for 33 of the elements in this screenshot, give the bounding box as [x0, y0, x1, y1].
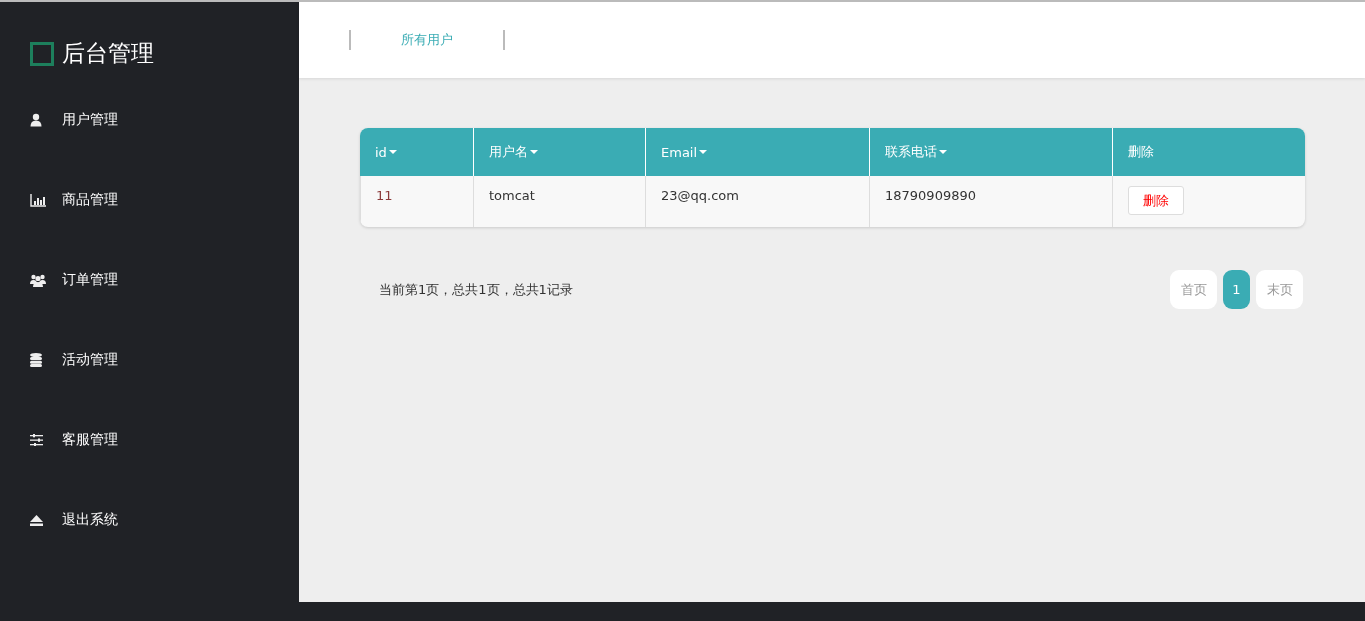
users-icon	[30, 273, 46, 287]
sidebar-item[interactable]: 订单管理	[0, 240, 299, 320]
sliders-icon	[30, 434, 43, 446]
caret-icon	[939, 150, 947, 154]
caret-icon	[699, 150, 708, 154]
caret-icon	[530, 150, 538, 154]
column-header[interactable]: Email	[645, 128, 869, 176]
page-button[interactable]: 1	[1223, 270, 1250, 309]
user-icon	[30, 113, 42, 127]
pagination-summary: 当前第1页，总共1页，总共1记录	[378, 280, 573, 299]
table-cell: 11	[360, 176, 473, 227]
sidebar-item[interactable]: 活动管理	[0, 320, 299, 400]
column-header[interactable]: 用户名	[473, 128, 645, 176]
table-cell: tomcat	[473, 176, 645, 227]
column-header[interactable]: id	[360, 128, 473, 176]
caret-icon	[388, 150, 397, 154]
sidebar-item[interactable]: 商品管理	[0, 160, 299, 240]
sidebar-item[interactable]: 用户管理	[0, 80, 299, 160]
eject-icon	[30, 514, 43, 526]
table-cell: 18790909890	[869, 176, 1112, 227]
logo-icon	[30, 41, 54, 66]
pagination-button[interactable]: 首页	[1170, 270, 1217, 309]
nav-tab[interactable]: 所有用户	[351, 31, 503, 49]
table-cell: 23@qq.com	[645, 176, 869, 227]
column-header: 删除	[1112, 128, 1305, 176]
sidebar-item[interactable]: 客服管理	[0, 400, 299, 480]
sidebar-item[interactable]: 退出系统	[0, 480, 299, 560]
pagination-button[interactable]: 末页	[1256, 270, 1303, 309]
column-header[interactable]: 联系电话	[869, 128, 1112, 176]
bar-chart-icon	[30, 193, 46, 207]
app-title: 后台管理	[62, 39, 154, 68]
delete-button[interactable]: 删除	[1128, 186, 1184, 215]
database-icon	[30, 353, 42, 367]
